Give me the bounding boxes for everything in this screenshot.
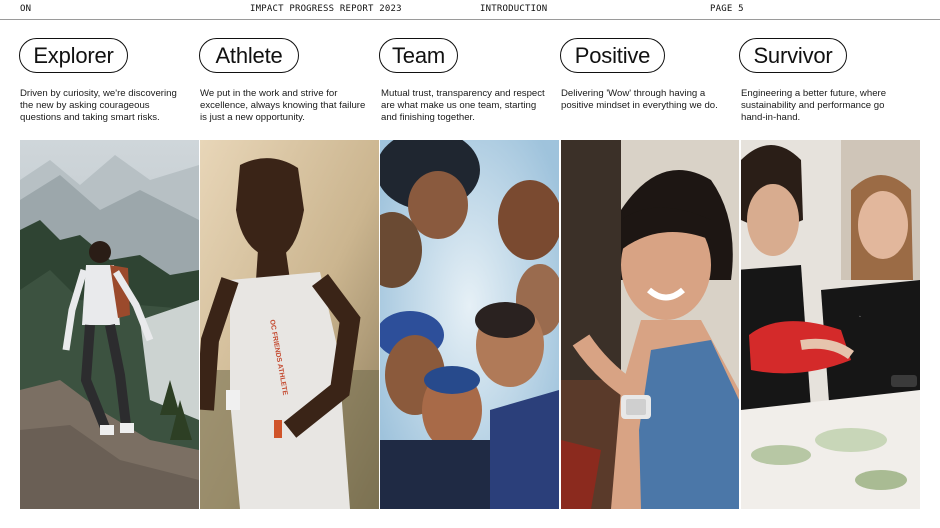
value-description-athlete: We put in the work and strive for excell… — [200, 88, 366, 123]
value-pill-explorer: Explorer — [19, 38, 128, 73]
value-title: Athlete — [215, 42, 283, 68]
report-title: IMPACT PROGRESS REPORT 2023 — [250, 4, 402, 14]
value-pill-team: Team — [379, 38, 458, 73]
value-description-positive: Delivering 'Wow' through having a positi… — [561, 88, 718, 111]
value-description-explorer: Driven by curiosity, we're discovering t… — [20, 88, 177, 123]
value-pill-survivor: Survivor — [739, 38, 847, 73]
positive-photo — [561, 140, 739, 509]
team-photo — [380, 140, 559, 509]
survivor-photo: ◦ — [741, 140, 920, 509]
value-title: Team — [392, 42, 445, 68]
value-pill-athlete: Athlete — [199, 38, 299, 73]
section-label: INTRODUCTION — [480, 4, 548, 14]
value-title: Explorer — [33, 42, 114, 68]
brand-label: ON — [20, 4, 32, 14]
athlete-photo: OC FRIENDS ATHLETE — [200, 140, 379, 509]
explorer-photo — [20, 140, 199, 509]
shirt-logo-icon: ◦ — [859, 314, 861, 320]
value-title: Survivor — [753, 42, 833, 68]
page-number: PAGE 5 — [710, 4, 744, 14]
value-pill-positive: Positive — [560, 38, 665, 73]
page-header: ON IMPACT PROGRESS REPORT 2023 INTRODUCT… — [0, 0, 940, 20]
value-title: Positive — [574, 42, 651, 68]
value-description-survivor: Engineering a better future, where susta… — [741, 88, 887, 123]
value-description-team: Mutual trust, transparency and respect a… — [381, 88, 545, 123]
